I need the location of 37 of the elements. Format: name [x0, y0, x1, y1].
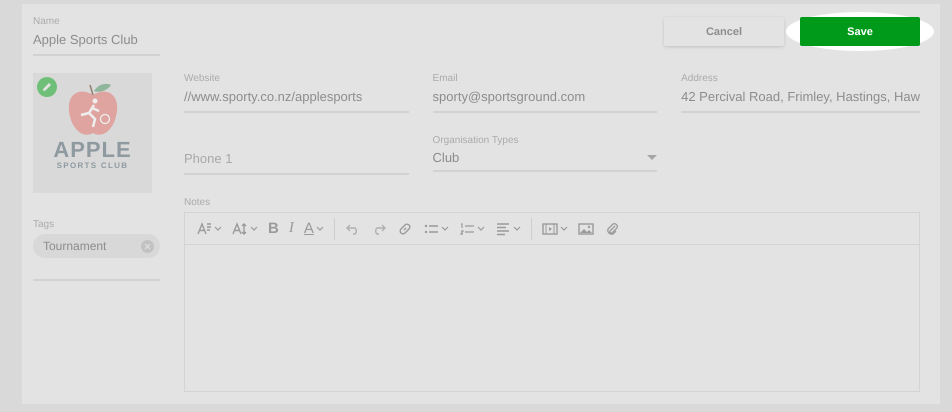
rich-text-editor[interactable]: B I A: [184, 212, 920, 392]
field-label: Name: [33, 16, 61, 27]
cancel-button[interactable]: Cancel: [664, 17, 784, 46]
field-label: Website: [184, 73, 221, 84]
logo-subtitle: SPORTS CLUB: [56, 161, 128, 170]
field-value: 42 Percival Road, Frimley, Hastings, Haw: [681, 89, 920, 104]
logo-title: APPLE: [53, 139, 132, 161]
font-style-icon: [196, 220, 212, 236]
select-field[interactable]: Club: [432, 150, 658, 172]
field-value: sporty@sportsground.com: [432, 89, 586, 104]
italic-tool-button[interactable]: I: [286, 216, 297, 240]
link-icon: [396, 220, 413, 236]
text-field[interactable]: 42 Percival Road, Frimley, Hastings, Haw: [681, 88, 920, 113]
save-button[interactable]: Save: [800, 17, 920, 46]
edit-icon[interactable]: [37, 77, 57, 97]
field-label: Organisation Types: [432, 135, 520, 146]
bold-tool-button[interactable]: B: [265, 216, 282, 240]
color-tool-button[interactable]: A: [300, 216, 327, 240]
text-field[interactable]: Apple Sports Club: [33, 31, 160, 56]
field-label: Tags: [33, 219, 56, 230]
field-label: Notes: [184, 197, 212, 208]
dropdown-caret-icon: [647, 154, 658, 160]
field-label: Email: [432, 73, 459, 84]
field-value: //www.sporty.co.nz/applesports: [184, 89, 362, 104]
numbers-icon: [458, 220, 475, 236]
font-size-icon: [232, 220, 248, 236]
text-field[interactable]: sporty@sportsground.com: [432, 88, 658, 113]
field-value: Club: [432, 150, 460, 165]
text-field[interactable]: Phone 1: [184, 150, 409, 175]
remove-icon[interactable]: [141, 240, 154, 252]
image-icon: [578, 220, 594, 236]
align-icon: [494, 220, 511, 236]
tag-chip[interactable]: Tournament: [33, 234, 160, 258]
video-icon: [542, 220, 558, 236]
field-placeholder: Phone 1: [184, 151, 232, 166]
field-label: Address: [681, 73, 719, 84]
text-field[interactable]: //www.sporty.co.nz/applesports: [184, 88, 409, 113]
